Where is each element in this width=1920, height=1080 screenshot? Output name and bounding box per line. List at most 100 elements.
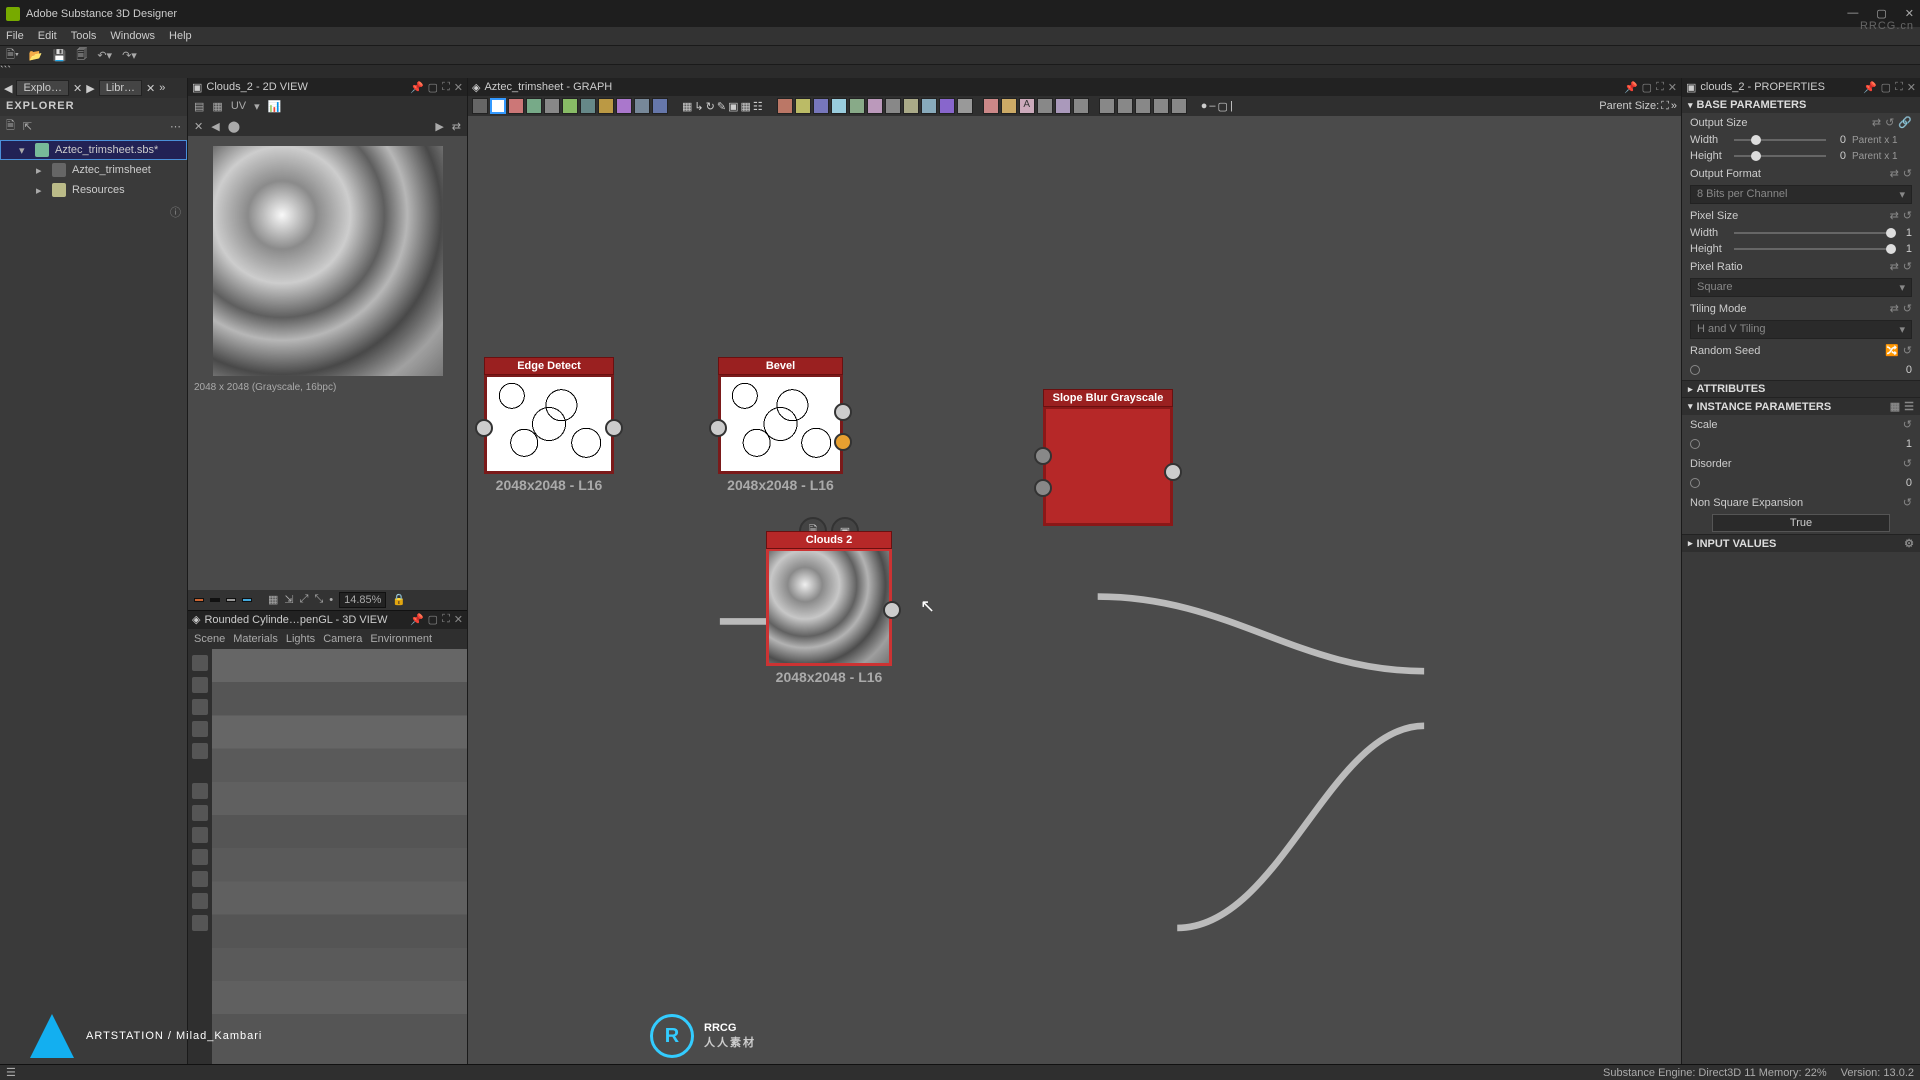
- output-port[interactable]: [834, 403, 852, 421]
- tool-icon[interactable]: [526, 98, 542, 114]
- popout-icon[interactable]: ▢: [428, 613, 438, 626]
- close-icon[interactable]: ✕: [1907, 81, 1916, 94]
- close-icon[interactable]: ✕: [1668, 81, 1677, 94]
- slider-width[interactable]: Width 0 Parent x 1: [1682, 132, 1920, 148]
- reset-icon[interactable]: ↺: [1903, 167, 1912, 180]
- reset-icon[interactable]: ↺: [1903, 260, 1912, 273]
- link-icon[interactable]: ⇄: [1890, 209, 1899, 222]
- env-icon[interactable]: [192, 721, 208, 737]
- atomic-icon[interactable]: [1037, 98, 1053, 114]
- input-port[interactable]: [709, 419, 727, 437]
- max-icon[interactable]: ⛶: [1895, 81, 1903, 94]
- dot-icon[interactable]: •: [329, 594, 333, 606]
- slider-px-height[interactable]: Height 1: [1682, 241, 1920, 257]
- zoom-value[interactable]: 14.85%: [339, 592, 386, 608]
- tool-icon[interactable]: ●: [1201, 100, 1208, 112]
- tool-icon[interactable]: [490, 98, 506, 114]
- atomic-icon[interactable]: [903, 98, 919, 114]
- arrange-icon[interactable]: ▦: [682, 100, 692, 113]
- max-icon[interactable]: ⛶: [1656, 81, 1664, 94]
- tool-icon[interactable]: [634, 98, 650, 114]
- atomic-icon[interactable]: [1117, 98, 1133, 114]
- grid-icon[interactable]: ▦: [268, 593, 278, 606]
- tool-icon[interactable]: –: [1209, 100, 1215, 112]
- light-icon[interactable]: [192, 677, 208, 693]
- tool-icon[interactable]: [544, 98, 560, 114]
- graph-canvas[interactable]: Edge Detect 2048x2048 - L16 Bevel 2048x2…: [468, 116, 1681, 1064]
- max-icon[interactable]: ⛶: [442, 613, 450, 626]
- redo-icon[interactable]: ↷▾: [122, 49, 137, 62]
- cube-icon[interactable]: [192, 849, 208, 865]
- tool-icon[interactable]: |: [1230, 100, 1233, 112]
- atomic-icon[interactable]: [1001, 98, 1017, 114]
- close-button[interactable]: ✕: [1905, 7, 1914, 20]
- open-icon[interactable]: 📂: [29, 49, 43, 62]
- save-all-icon[interactable]: 🗐: [76, 46, 87, 65]
- close-icon[interactable]: ✕: [146, 82, 155, 95]
- expand-icon[interactable]: ⤢: [300, 593, 309, 606]
- output-port[interactable]: [883, 601, 901, 619]
- lock-icon[interactable]: 🔒: [392, 593, 406, 606]
- atomic-icon[interactable]: [831, 98, 847, 114]
- radio-seed[interactable]: 0: [1682, 360, 1920, 380]
- more-icon[interactable]: »: [1671, 100, 1677, 112]
- link-icon[interactable]: ⇄: [1872, 116, 1881, 129]
- output-port[interactable]: [605, 419, 623, 437]
- tool-icon[interactable]: ▣: [728, 100, 738, 113]
- collapse-icon[interactable]: ⤡: [314, 593, 323, 606]
- tool-icon[interactable]: ✎: [717, 100, 726, 113]
- tool-icon[interactable]: [598, 98, 614, 114]
- link-icon[interactable]: ⇄: [1890, 167, 1899, 180]
- maximize-button[interactable]: ▢: [1876, 7, 1886, 20]
- atomic-icon[interactable]: [921, 98, 937, 114]
- chevron-down-icon[interactable]: ▾: [254, 100, 260, 113]
- view2d-canvas[interactable]: 2048 x 2048 (Grayscale, 16bpc): [188, 136, 467, 590]
- menu-file[interactable]: File: [6, 30, 24, 42]
- shuffle-icon[interactable]: ⇄: [452, 120, 461, 133]
- align-icon[interactable]: ☷: [753, 100, 763, 113]
- input-port[interactable]: [1034, 447, 1052, 465]
- output-port-normal[interactable]: [834, 433, 852, 451]
- node-bevel[interactable]: Bevel 2048x2048 - L16: [718, 374, 843, 474]
- menu-environment[interactable]: Environment: [370, 633, 432, 645]
- move-icon[interactable]: [192, 783, 208, 799]
- channel-a-icon[interactable]: [226, 598, 236, 602]
- reset-icon[interactable]: ↺: [1903, 344, 1912, 357]
- pin-icon[interactable]: 📌: [1863, 81, 1877, 94]
- reset-icon[interactable]: ↺: [1903, 496, 1912, 509]
- tree-item-resources[interactable]: ▸ Resources: [0, 180, 187, 200]
- atomic-icon[interactable]: [795, 98, 811, 114]
- atomic-icon[interactable]: A: [1019, 98, 1035, 114]
- menu-camera[interactable]: Camera: [323, 633, 362, 645]
- reset-icon[interactable]: ↺: [1903, 209, 1912, 222]
- material-icon[interactable]: [192, 699, 208, 715]
- snap-icon[interactable]: [192, 915, 208, 931]
- atomic-icon[interactable]: [1073, 98, 1089, 114]
- output-port[interactable]: [1164, 463, 1182, 481]
- menu-tools[interactable]: Tools: [71, 30, 97, 42]
- tree-item-graph[interactable]: ▸ Aztec_trimsheet: [0, 160, 187, 180]
- combo-tiling[interactable]: H and V Tiling▾: [1690, 320, 1912, 339]
- fit-icon[interactable]: ▦: [212, 100, 222, 113]
- tab-library[interactable]: Libr…: [99, 80, 142, 96]
- link-icon[interactable]: ⇄: [1890, 302, 1899, 315]
- reset-icon[interactable]: ↺: [1903, 302, 1912, 315]
- expand-icon[interactable]: ⛶: [1661, 100, 1669, 113]
- slider-height[interactable]: Height 0 Parent x 1: [1682, 148, 1920, 164]
- list-icon[interactable]: ☰: [1904, 400, 1914, 413]
- channel-b-icon[interactable]: [242, 598, 252, 602]
- view3d-canvas[interactable]: [212, 649, 467, 1065]
- atomic-icon[interactable]: [1135, 98, 1151, 114]
- minimize-button[interactable]: —: [1847, 7, 1858, 20]
- scale-icon[interactable]: [192, 827, 208, 843]
- channel-bw-icon[interactable]: [210, 598, 220, 602]
- menu-materials[interactable]: Materials: [233, 633, 278, 645]
- reset-icon[interactable]: ↺: [1903, 418, 1912, 431]
- node-slope-blur[interactable]: Slope Blur Grayscale: [1043, 406, 1173, 526]
- atomic-icon[interactable]: [867, 98, 883, 114]
- atomic-icon[interactable]: [957, 98, 973, 114]
- menu-help[interactable]: Help: [169, 30, 192, 42]
- input-port[interactable]: [475, 419, 493, 437]
- layers-icon[interactable]: ▤: [194, 100, 204, 113]
- menu-windows[interactable]: Windows: [110, 30, 155, 42]
